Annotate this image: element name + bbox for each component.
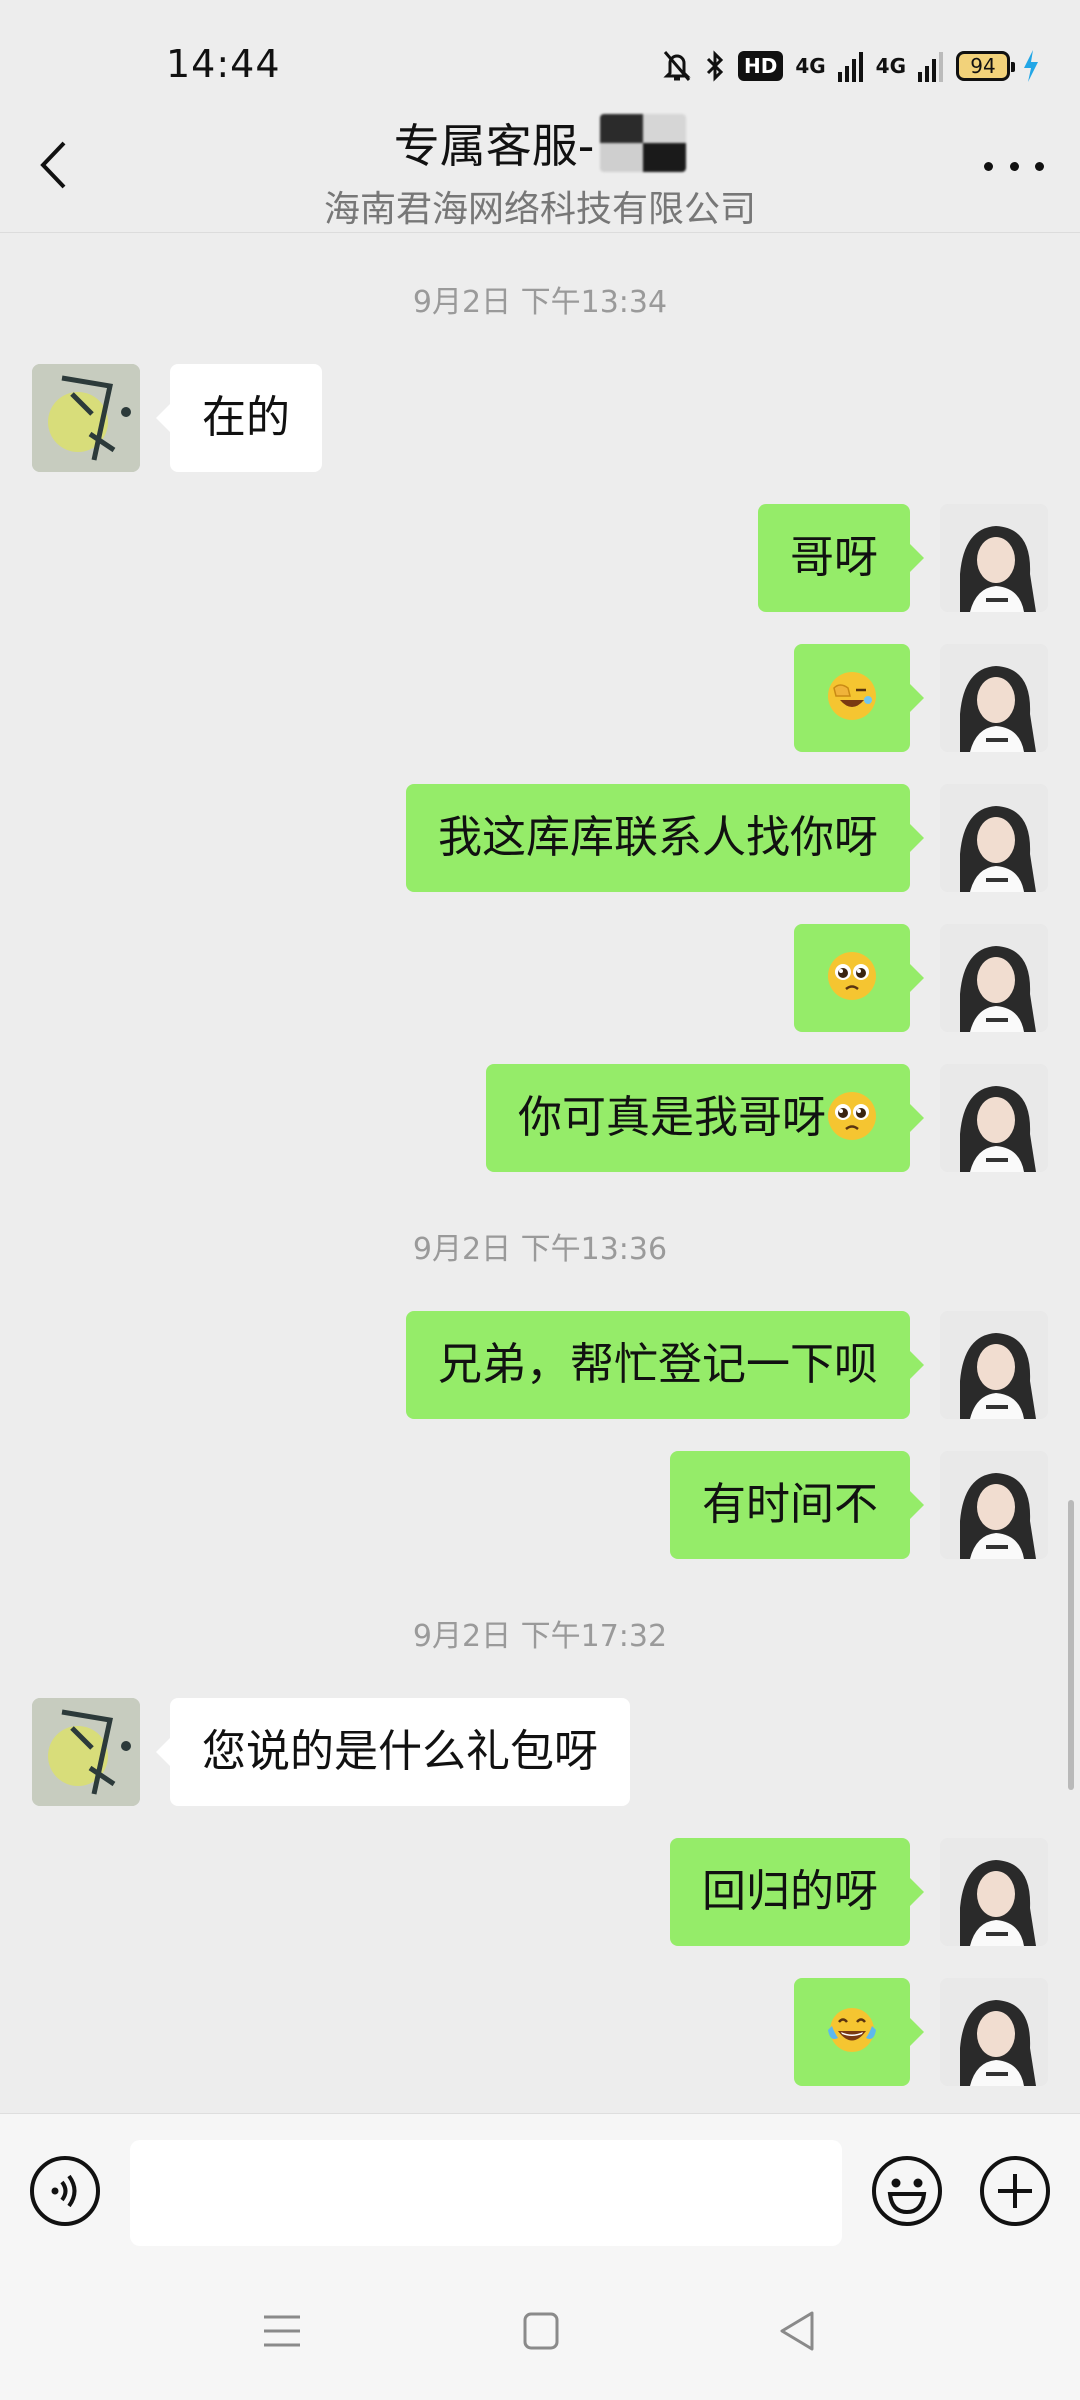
title-wrap: 专属客服- 海南君海网络科技有限公司 [200,110,880,232]
facepalm-laugh-emoji-icon [828,672,876,720]
status-time: 14:44 [166,42,281,86]
more-functions-button[interactable] [978,2154,1052,2228]
avatar[interactable] [940,1451,1048,1559]
net1-label: 4G [795,54,826,78]
message-bubble[interactable] [794,924,924,1032]
charging-bolt-icon [1024,50,1038,82]
timestamp: 9月2日 下午13:36 [412,1232,668,1267]
message-row: 哥呀 [0,504,1080,612]
message-row: 我这库库联系人找你呀 [0,784,1080,892]
signal-1-icon [837,52,863,82]
chat-header: 专属客服- 海南君海网络科技有限公司 [0,100,1080,233]
avatar[interactable] [940,644,1048,752]
avatar[interactable] [940,784,1048,892]
scrollbar-thumb[interactable] [1068,1500,1074,1790]
message-text: 在的 [202,392,290,443]
title-mosaic [600,114,687,172]
message-text: 哥呀 [790,532,878,583]
voice-button[interactable] [28,2154,102,2228]
signal-2-icon [918,52,943,82]
timestamp: 9月2日 下午17:32 [412,1619,668,1654]
home-icon[interactable] [522,2311,560,2351]
message-text: 你可真是我哥呀 [518,1092,826,1143]
message-row: 您说的是什么礼包呀 [0,1698,1080,1806]
voice-icon [30,2156,100,2226]
message-bubble[interactable]: 有时间不 [670,1451,924,1559]
chat-screen: 14:44 HD 4G 4G 94 专属客服- 海南君海网络科技有限公司 9月2… [0,0,1080,2400]
message-row: 有时间不 [0,1451,1080,1559]
message-bubble[interactable]: 兄弟，帮忙登记一下呗 [406,1311,924,1419]
message-text: 我这库库联系人找你呀 [438,812,878,863]
message-row: 回归的呀 [0,1838,1080,1946]
avatar[interactable] [940,1838,1048,1946]
hd-badge: HD [737,51,784,81]
message-bubble[interactable] [794,1978,924,2086]
avatar[interactable] [32,1698,140,1806]
avatar[interactable] [940,924,1048,1032]
avatar[interactable] [940,1978,1048,2086]
message-bubble[interactable] [794,644,924,752]
more-dot [1035,161,1044,171]
more-dot [984,161,993,171]
status-icons: HD 4G 4G 94 [662,46,1040,86]
message-bubble[interactable]: 哥呀 [758,504,924,612]
back-chevron-icon [40,141,66,189]
more-button[interactable] [984,146,1044,186]
message-bubble[interactable]: 回归的呀 [670,1838,924,1946]
plus-icon [980,2156,1050,2226]
message-row: 兄弟，帮忙登记一下呗 [0,1311,1080,1419]
message-bubble[interactable]: 在的 [156,364,322,472]
message-bubble[interactable]: 我这库库联系人找你呀 [406,784,924,892]
back-button[interactable] [28,132,78,198]
message-row [0,924,1080,1032]
message-bubble[interactable]: 你可真是我哥呀 [486,1064,924,1172]
avatar[interactable] [940,1064,1048,1172]
message-text: 您说的是什么礼包呀 [202,1726,598,1777]
message-row: 你可真是我哥呀 [0,1064,1080,1172]
timestamp: 9月2日 下午13:34 [412,285,668,320]
avatar[interactable] [940,1311,1048,1419]
message-row: 在的 [0,364,1080,472]
emoji-icon [872,2156,942,2226]
input-bar [0,2113,1080,2266]
recent-apps-icon[interactable] [262,2311,302,2351]
message-text: 回归的呀 [702,1866,878,1917]
pleading-face-emoji-icon [828,952,876,1000]
message-bubble[interactable]: 您说的是什么礼包呀 [156,1698,630,1806]
back-triangle-icon[interactable] [778,2309,816,2353]
battery-indicator: 94 [956,51,1015,81]
net2-label: 4G [875,54,906,78]
pleading-face-emoji-icon [828,1092,876,1140]
chat-title-row: 专属客服- [394,110,687,176]
message-text: 有时间不 [702,1479,878,1530]
message-row [0,1978,1080,2086]
bluetooth-icon [706,50,724,82]
mute-bell-icon [663,51,691,81]
chat-title: 专属客服- [393,119,595,173]
chat-subtitle: 海南君海网络科技有限公司 [323,189,756,230]
message-row [0,644,1080,752]
avatar[interactable] [940,504,1048,612]
tears-of-joy-emoji-icon [828,2008,876,2052]
avatar[interactable] [32,364,140,472]
message-list[interactable]: 9月2日 下午13:34 在的 哥呀 我这库库联系人找你呀 你可真是我哥呀 9月… [0,233,1080,2113]
emoji-button[interactable] [870,2154,944,2228]
message-input[interactable] [130,2140,842,2246]
system-nav-bar [0,2265,1080,2400]
more-dot [1009,161,1019,171]
message-text: 兄弟，帮忙登记一下呗 [438,1339,878,1390]
